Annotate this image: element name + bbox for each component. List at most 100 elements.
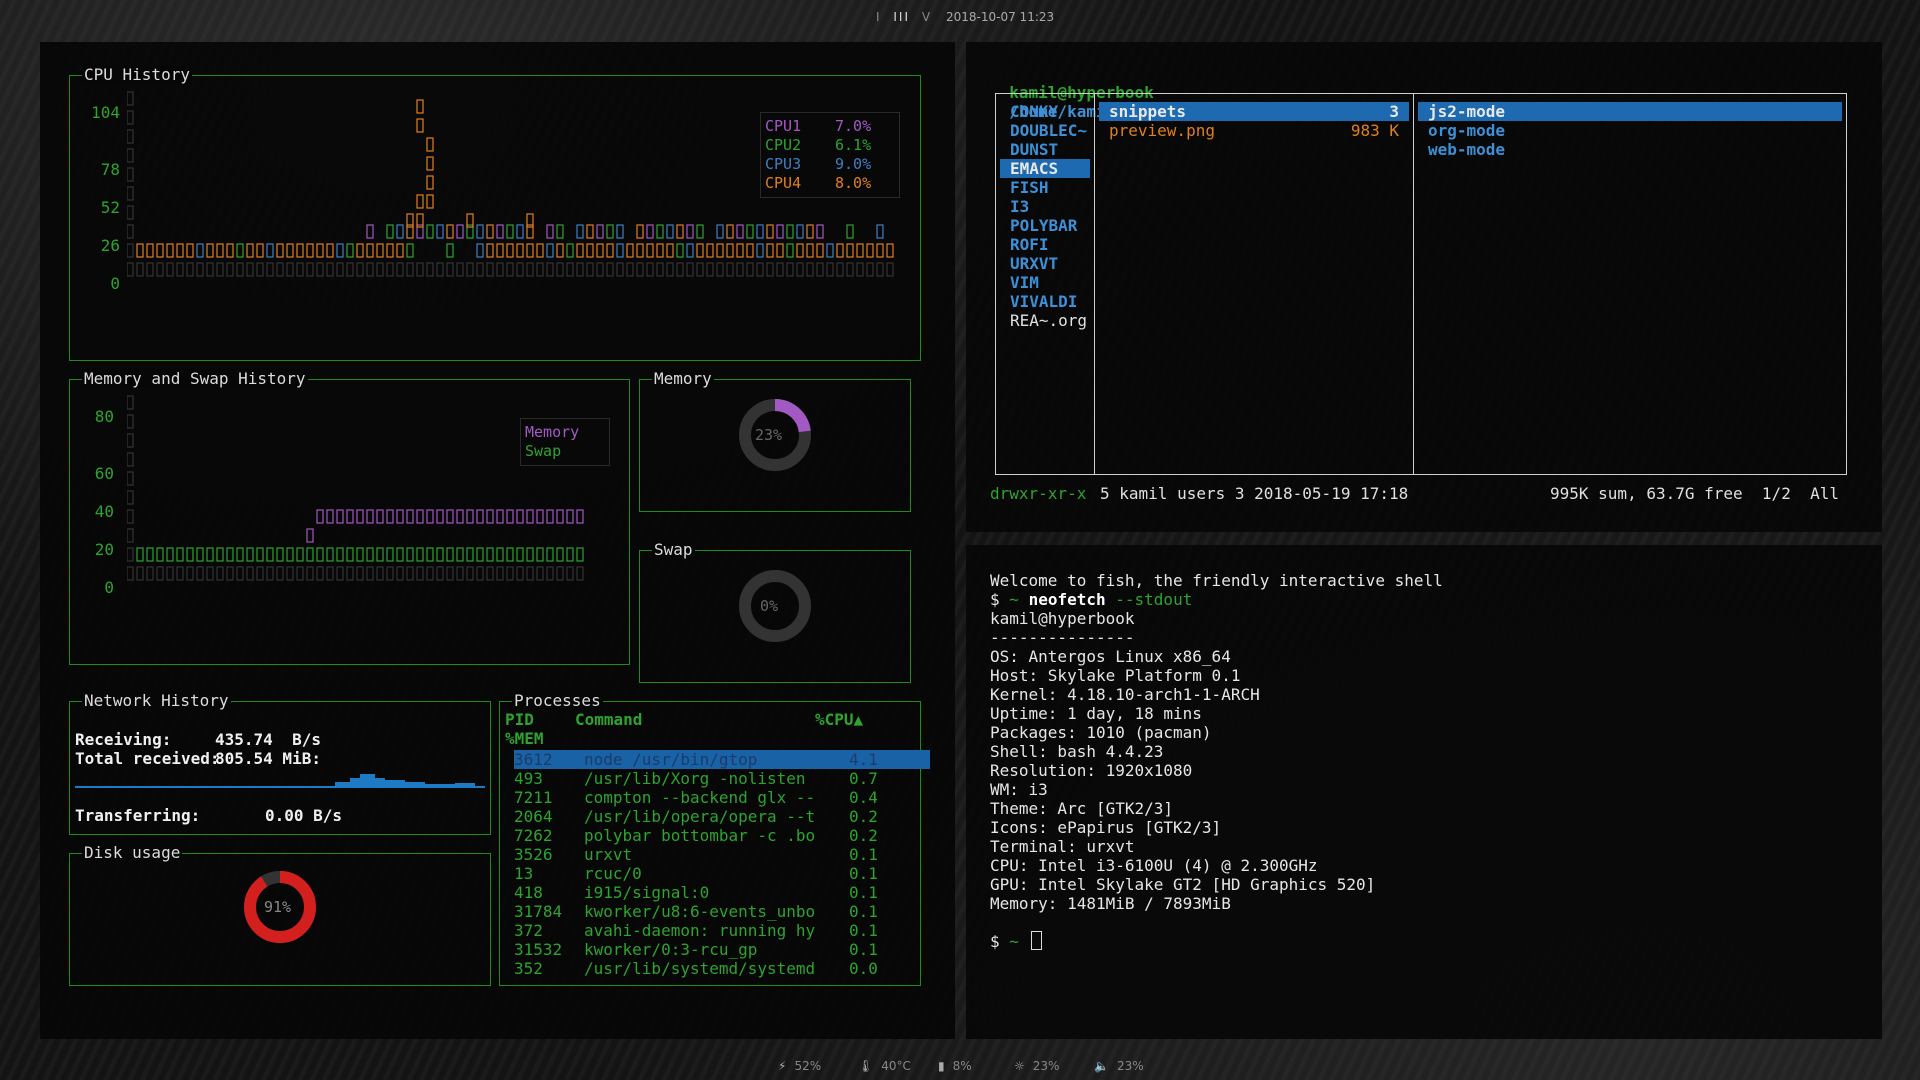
cpu-grid-cell bbox=[416, 262, 424, 277]
ranger-current-item[interactable]: preview.png 983 K bbox=[1099, 121, 1409, 140]
mem-grid-cell bbox=[576, 566, 584, 581]
process-row[interactable]: 13 rcuc/0 0.1 bbox=[514, 864, 930, 883]
memory-line-cell bbox=[526, 509, 534, 524]
cpu-grid-cell bbox=[246, 262, 254, 277]
terminal-prompt[interactable]: $ ~ bbox=[990, 931, 1042, 951]
cpu-bar-cell bbox=[346, 243, 354, 258]
terminal-output-line: --------------- bbox=[990, 628, 1135, 647]
ranger-parent-item[interactable]: DUNST bbox=[1000, 140, 1090, 159]
mem-grid-cell bbox=[186, 566, 194, 581]
proc-header-cpu[interactable]: %CPU▲ bbox=[815, 710, 863, 729]
mem-grid-cell bbox=[536, 566, 544, 581]
cpu-bar-cell bbox=[856, 243, 864, 258]
ranger-parent-item[interactable]: CONKY bbox=[1000, 102, 1090, 121]
ranger-parent-item[interactable]: URXVT bbox=[1000, 254, 1090, 273]
ranger-preview-item[interactable]: js2-mode bbox=[1418, 102, 1842, 121]
cpu-grid-cell bbox=[856, 262, 864, 277]
cpu-bar-cell bbox=[426, 224, 434, 239]
prompt-dir: ~ bbox=[1009, 932, 1019, 951]
cpu-grid-cell bbox=[426, 262, 434, 277]
ranger-parent-item[interactable]: REA~.org bbox=[1000, 311, 1090, 330]
workspace-3[interactable]: III bbox=[893, 10, 910, 24]
bottom-bar: ⚡ 52% 🌡 40°C ▮ 8% ☼ 23% 🔈 23% bbox=[0, 1055, 1920, 1080]
memory-line-cell bbox=[456, 509, 464, 524]
swap-line-cell bbox=[256, 547, 264, 562]
cpu-bar-cell bbox=[786, 224, 794, 239]
process-row[interactable]: 31784 kworker/u8:6-events_unbo 0.1 bbox=[514, 902, 930, 921]
proc-header-pid[interactable]: PID bbox=[505, 710, 534, 729]
cpu-bar-cell bbox=[256, 243, 264, 258]
mem-grid-cell bbox=[146, 566, 154, 581]
process-row[interactable]: 372 avahi-daemon: running hy 0.1 bbox=[514, 921, 930, 940]
ranger-parent-item[interactable]: I3 bbox=[1000, 197, 1090, 216]
cpu-bar-cell bbox=[236, 243, 244, 258]
process-row[interactable]: 7262 polybar bottombar -c .bo 0.2 bbox=[514, 826, 930, 845]
cpu-grid-cell bbox=[306, 262, 314, 277]
cpu-bar-cell bbox=[546, 243, 554, 258]
ranger-parent-item[interactable]: DOUBLEC~ bbox=[1000, 121, 1090, 140]
process-row[interactable]: 418 i915/signal:0 0.1 bbox=[514, 883, 930, 902]
process-row[interactable]: 7211 compton --backend glx -- 0.4 bbox=[514, 788, 930, 807]
cpu-axis-cell bbox=[127, 167, 134, 182]
process-cpu: 0.0 bbox=[849, 959, 878, 978]
workspace-5[interactable]: V bbox=[922, 10, 932, 24]
ranger-parent-item[interactable]: POLYBAR bbox=[1000, 216, 1090, 235]
cpu-grid-cell bbox=[646, 262, 654, 277]
memory-line-cell bbox=[436, 509, 444, 524]
memory-donut-title: Memory bbox=[652, 369, 714, 389]
cpu-bar-cell bbox=[656, 224, 664, 239]
swap-line-cell bbox=[196, 547, 204, 562]
mem-grid-cell bbox=[296, 566, 304, 581]
cpu-bar-cell bbox=[366, 224, 374, 239]
ranger-preview-item[interactable]: web-mode bbox=[1418, 140, 1842, 159]
cpu-bar-cell bbox=[386, 224, 394, 239]
ranger-parent-column[interactable]: CONKY DOUBLEC~ DUNST EMACS FISH I3 POLYBAR ROFI… bbox=[996, 94, 1095, 474]
process-row[interactable]: 493/usr/lib/Xorg -nolisten 0.7 bbox=[514, 769, 930, 788]
cpu-bar-cell bbox=[196, 243, 204, 258]
cpu-bar-cell bbox=[396, 243, 404, 258]
mem-axis-cell bbox=[127, 509, 134, 524]
ranger-parent-item[interactable]: FISH bbox=[1000, 178, 1090, 197]
ranger-current-item[interactable]: snippets 3 bbox=[1099, 102, 1409, 121]
processes-panel: Processes PID Command %CPU▲ %MEM 3612 nod… bbox=[499, 691, 930, 986]
process-row[interactable]: 3612 node /usr/bin/gtop 4.1 bbox=[514, 750, 930, 769]
ranger-current-column[interactable]: snippets 3 preview.png 983 K bbox=[1095, 94, 1414, 474]
process-command: avahi-daemon: running hy bbox=[584, 921, 816, 940]
mem-grid-cell bbox=[306, 566, 314, 581]
cpu-bar-cell bbox=[596, 243, 604, 258]
ranger-parent-item[interactable]: EMACS bbox=[1000, 159, 1090, 178]
mem-grid-cell bbox=[526, 566, 534, 581]
transferring-value: 0.00 B/s bbox=[265, 806, 343, 825]
process-command: compton --backend glx -- bbox=[584, 788, 816, 807]
cpu-bar-cell bbox=[136, 243, 144, 258]
ranger-parent-item[interactable]: VIVALDI bbox=[1000, 292, 1090, 311]
process-pid: 372 bbox=[514, 921, 543, 940]
proc-header-mem[interactable]: %MEM bbox=[505, 729, 544, 748]
cpu-bar-cell bbox=[806, 243, 814, 258]
cpu-ytick-26: 26 bbox=[100, 236, 120, 255]
ranger-preview-column[interactable]: js2-mode org-mode web-mode bbox=[1414, 94, 1846, 474]
mem-grid-cell bbox=[316, 566, 324, 581]
ranger-parent-item[interactable]: ROFI bbox=[1000, 235, 1090, 254]
cpu-grid-cell bbox=[656, 262, 664, 277]
mem-grid-cell bbox=[276, 566, 284, 581]
ranger-parent-item[interactable]: VIM bbox=[1000, 273, 1090, 292]
ranger-status-info: 5 kamil users 3 2018-05-19 17:18 bbox=[1100, 484, 1409, 503]
cpu-bar-cell bbox=[586, 224, 594, 239]
swap-line-cell bbox=[246, 547, 254, 562]
process-row[interactable]: 31532 kworker/0:3-rcu_gp 0.1 bbox=[514, 940, 930, 959]
cpu-bar-cell bbox=[206, 243, 214, 258]
workspace-indicator[interactable]: I III V bbox=[876, 10, 938, 24]
swap-line-cell bbox=[496, 547, 504, 562]
process-row[interactable]: 3526 urxvt 0.1 bbox=[514, 845, 930, 864]
workspace-1[interactable]: I bbox=[876, 10, 882, 24]
ranger-preview-item[interactable]: org-mode bbox=[1418, 121, 1842, 140]
cpu-grid-cell bbox=[536, 262, 544, 277]
cpu-grid-cell bbox=[676, 262, 684, 277]
process-row[interactable]: 352/usr/lib/systemd/systemd 0.0 bbox=[514, 959, 930, 978]
proc-header-command[interactable]: Command bbox=[575, 710, 642, 729]
status-value: 52% bbox=[794, 1059, 822, 1073]
process-row[interactable]: 2064/usr/lib/opera/opera --t 0.2 bbox=[514, 807, 930, 826]
cpu-bar-cell bbox=[646, 224, 654, 239]
cpu-bar-cell bbox=[786, 243, 794, 258]
